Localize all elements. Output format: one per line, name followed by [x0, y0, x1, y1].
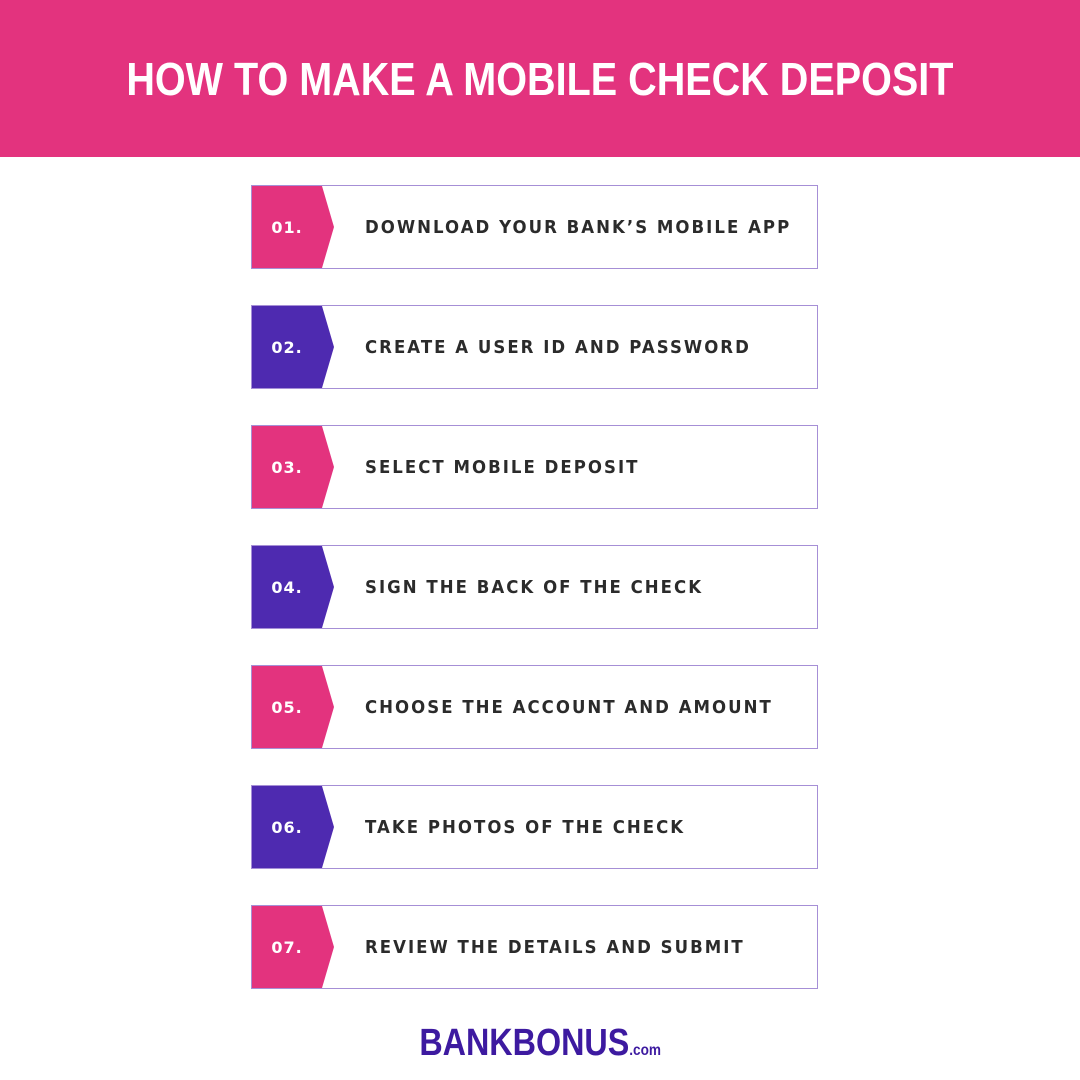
step-label: SELECT MOBILE DEPOSIT — [365, 456, 640, 478]
step-number: 01. — [271, 217, 303, 237]
step-label: DOWNLOAD YOUR BANK’S MOBILE APP — [365, 216, 792, 238]
step-item: 01. DOWNLOAD YOUR BANK’S MOBILE APP — [251, 185, 818, 269]
step-number: 04. — [271, 577, 303, 597]
step-item: 02. CREATE A USER ID AND PASSWORD — [251, 305, 818, 389]
step-number: 03. — [271, 457, 303, 477]
step-label: SIGN THE BACK OF THE CHECK — [365, 576, 704, 598]
step-label: TAKE PHOTOS OF THE CHECK — [365, 816, 686, 838]
step-label: CREATE A USER ID AND PASSWORD — [365, 336, 751, 358]
step-number: 06. — [271, 817, 303, 837]
logo-brand: BANKBONUS — [419, 1022, 630, 1064]
step-number: 02. — [271, 337, 303, 357]
bankbonus-logo: BANKBONUS.com — [0, 1022, 1080, 1065]
step-number: 07. — [271, 937, 303, 957]
logo-wordmark: BANKBONUS.com — [419, 1022, 661, 1065]
step-item: 03. SELECT MOBILE DEPOSIT — [251, 425, 818, 509]
page-title: HOW TO MAKE A MOBILE CHECK DEPOSIT — [126, 52, 954, 105]
step-item: 07. REVIEW THE DETAILS AND SUBMIT — [251, 905, 818, 989]
step-label: CHOOSE THE ACCOUNT AND AMOUNT — [365, 696, 773, 718]
header-banner: HOW TO MAKE A MOBILE CHECK DEPOSIT — [0, 0, 1080, 157]
step-number: 05. — [271, 697, 303, 717]
steps-list: 01. DOWNLOAD YOUR BANK’S MOBILE APP 02. … — [251, 185, 818, 1025]
step-label: REVIEW THE DETAILS AND SUBMIT — [365, 936, 745, 958]
logo-tld: .com — [629, 1042, 661, 1059]
step-item: 04. SIGN THE BACK OF THE CHECK — [251, 545, 818, 629]
step-item: 05. CHOOSE THE ACCOUNT AND AMOUNT — [251, 665, 818, 749]
step-item: 06. TAKE PHOTOS OF THE CHECK — [251, 785, 818, 869]
